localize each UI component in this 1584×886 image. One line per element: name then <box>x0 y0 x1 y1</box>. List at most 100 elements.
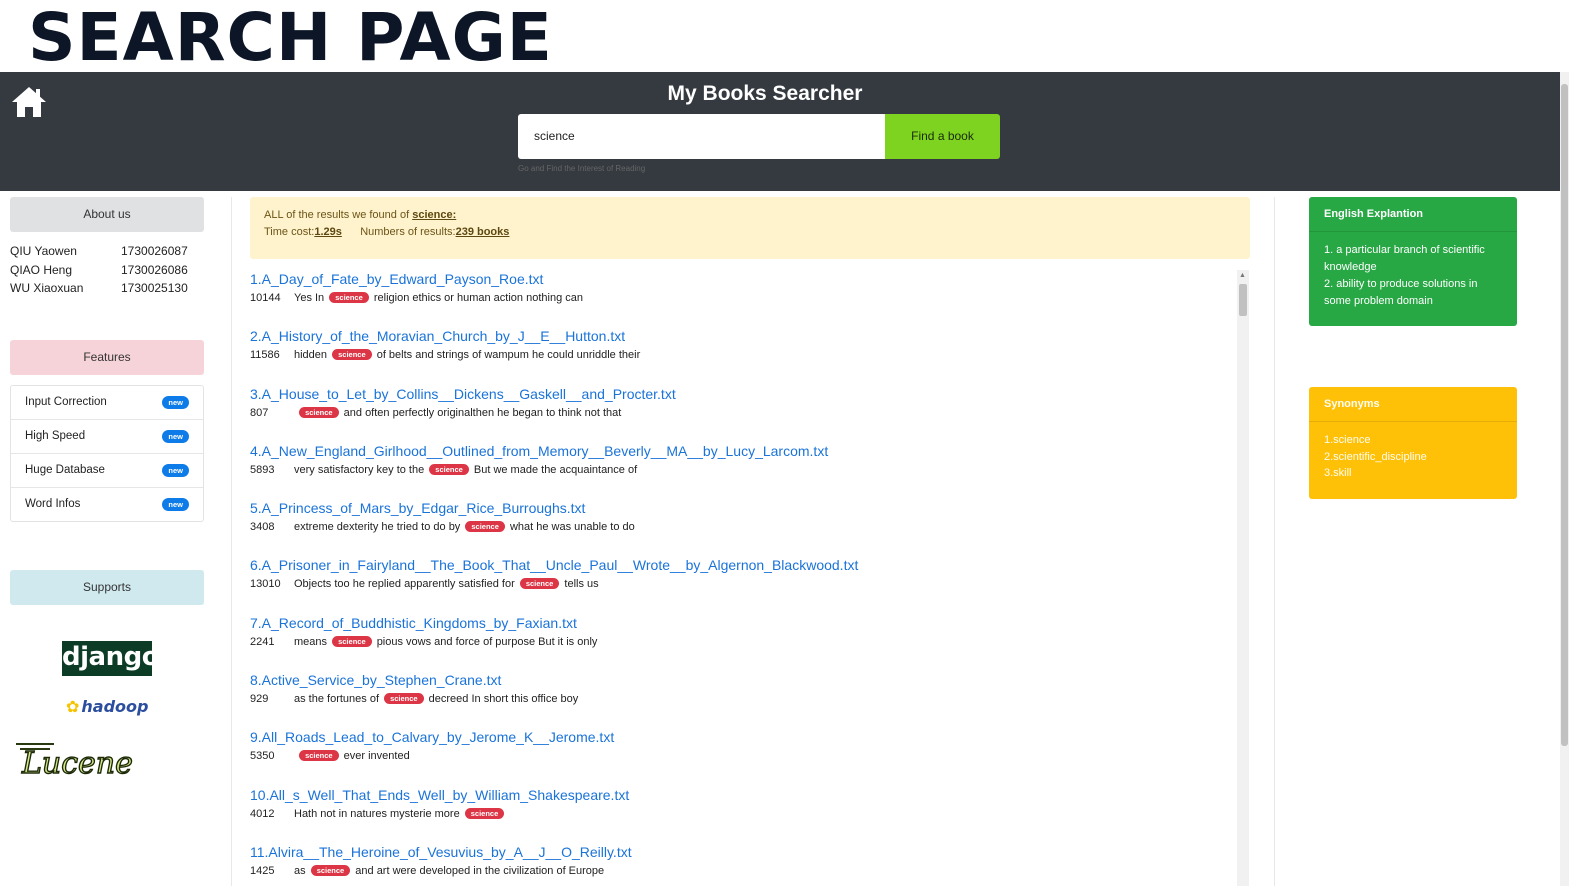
results-scrollbar[interactable] <box>1237 270 1249 886</box>
feature-huge-database[interactable]: Huge Database new <box>11 454 203 488</box>
synonym-item[interactable]: 2.scientific_discipline <box>1324 449 1502 466</box>
keyword-highlight-badge: science <box>464 807 505 819</box>
result-snippet: 5350 science ever invented <box>250 749 1236 764</box>
left-sidebar: About us QIU Yaowen 1730026087 QIAO Heng… <box>10 197 204 780</box>
result-count: 5350 <box>250 750 275 763</box>
result-snippet: 807 science and often perfectly original… <box>250 406 1236 421</box>
synonyms-body: 1.science 2.scientific_discipline 3.skil… <box>1309 422 1517 492</box>
snippet-before: Objects too he replied apparently satisf… <box>294 578 515 591</box>
explanation-title: English Explantion <box>1309 197 1517 232</box>
result-title-link[interactable]: 4.A_New_England_Girlhood__Outlined_from_… <box>250 442 1236 460</box>
summary-query: science: <box>412 209 457 221</box>
results-scrollbar-thumb[interactable] <box>1239 284 1247 316</box>
django-logo: django <box>62 641 160 676</box>
count-label: Numbers of results: <box>360 226 456 238</box>
result-count: 10144 <box>250 292 281 304</box>
result-count: 5893 <box>250 463 275 476</box>
result-snippet: 11586 hidden science of belts and strings… <box>250 348 1236 363</box>
result-item: 5.A_Princess_of_Mars_by_Edgar_Rice_Burro… <box>250 499 1236 556</box>
result-count: 807 <box>250 406 269 419</box>
feature-list: Input Correction new High Speed new Huge… <box>10 384 204 522</box>
hadoop-logo-text: hadoop <box>81 697 149 716</box>
snippet-after: religion ethics or human action nothing … <box>373 292 583 304</box>
result-item: 4.A_New_England_Girlhood__Outlined_from_… <box>250 442 1236 499</box>
result-snippet: 5893 very satisfactory key to the science… <box>250 463 1236 478</box>
synonyms-card: Synonyms 1.science 2.scientific_discipli… <box>1309 387 1517 499</box>
member-list: QIU Yaowen 1730026087 QIAO Heng 17300260… <box>10 244 204 300</box>
result-title-link[interactable]: 8.Active_Service_by_Stephen_Crane.txt <box>250 671 1236 689</box>
result-count: 11586 <box>250 349 280 362</box>
synonyms-title: Synonyms <box>1309 387 1517 422</box>
result-title-link[interactable]: 2.A_History_of_the_Moravian_Church_by_J_… <box>250 327 1236 345</box>
result-count: 1425 <box>250 864 275 877</box>
page-scrollbar-thumb[interactable] <box>1561 84 1568 746</box>
result-summary: ALL of the results we found of science: … <box>250 197 1250 259</box>
features-header: Features <box>10 339 204 375</box>
feature-label: Word Infos <box>25 497 81 510</box>
result-item: 9.All_Roads_Lead_to_Calvary_by_Jerome_K_… <box>250 728 1236 785</box>
keyword-highlight-badge: science <box>465 521 505 533</box>
keyword-highlight-badge: science <box>329 292 369 303</box>
result-item: 10.All_s_Well_That_Ends_Well_by_William_… <box>250 786 1236 843</box>
new-badge: new <box>162 395 189 409</box>
keyword-highlight-badge: science <box>384 693 424 705</box>
snippet-before: as <box>294 864 306 877</box>
result-title-link[interactable]: 9.All_Roads_Lead_to_Calvary_by_Jerome_K_… <box>250 728 1236 746</box>
result-item: 11.Alvira__The_Heroine_of_Vesuvius_by_A_… <box>250 843 1236 886</box>
keyword-highlight-badge: science <box>429 463 469 475</box>
result-item: 1.A_Day_of_Fate_by_Edward_Payson_Roe.txt… <box>250 270 1236 327</box>
member-row: QIAO Heng 1730026086 <box>10 263 204 282</box>
feature-high-speed[interactable]: High Speed new <box>11 420 203 454</box>
results-list[interactable]: 1.A_Day_of_Fate_by_Edward_Payson_Roe.txt… <box>250 270 1236 886</box>
feature-label: High Speed <box>25 429 86 442</box>
member-row: QIU Yaowen 1730026087 <box>10 244 204 263</box>
result-title-link[interactable]: 11.Alvira__The_Heroine_of_Vesuvius_by_A_… <box>250 843 1236 861</box>
snippet-before: hidden <box>294 349 328 362</box>
snippet-before: very satisfactory key to the <box>294 463 425 476</box>
result-title-link[interactable]: 10.All_s_Well_That_Ends_Well_by_William_… <box>250 786 1236 804</box>
result-item: 3.A_House_to_Let_by_Collins__Dickens__Ga… <box>250 385 1236 442</box>
hadoop-logo: ✿ hadoop <box>66 697 149 716</box>
result-snippet: 929 as the fortunes of science decreed In… <box>250 692 1236 707</box>
keyword-highlight-badge: science <box>299 750 339 762</box>
result-count: 3408 <box>250 521 275 534</box>
result-title-link[interactable]: 1.A_Day_of_Fate_by_Edward_Payson_Roe.txt <box>250 270 1236 288</box>
snippet-before: as the fortunes of <box>294 693 379 706</box>
member-id: 1730025130 <box>121 281 188 295</box>
find-book-button[interactable]: Find a book <box>885 114 1000 159</box>
synonym-item[interactable]: 3.skill <box>1324 465 1502 482</box>
feature-word-infos[interactable]: Word Infos new <box>11 488 203 521</box>
snippet-after: and art were developed in the civilizati… <box>355 864 605 877</box>
result-title-link[interactable]: 3.A_House_to_Let_by_Collins__Dickens__Ga… <box>250 385 1236 403</box>
result-snippet: 2241 means science pious vows and force o… <box>250 635 1236 650</box>
page-heading: SEARCH PAGE <box>28 0 553 76</box>
snippet-before: Hath not in natures mysterie more <box>294 807 460 820</box>
new-badge: new <box>162 463 189 477</box>
result-snippet: 10144 Yes In science religion ethics or h… <box>250 291 1236 306</box>
snippet-before: Yes In <box>294 292 325 304</box>
search-tagline: Go and Find the Interest of Reading <box>518 164 646 173</box>
keyword-highlight-badge: science <box>310 864 351 876</box>
member-id: 1730026086 <box>121 262 188 277</box>
keyword-highlight-badge: science <box>332 349 372 361</box>
explanation-body: 1. a particular branch of scientific kno… <box>1309 232 1517 320</box>
result-title-link[interactable]: 7.A_Record_of_Buddhistic_Kingdoms_by_Fax… <box>250 614 1236 632</box>
keyword-highlight-badge: science <box>299 406 339 418</box>
member-name: WU Xiaoxuan <box>10 281 84 295</box>
lucene-logo-text: Lucene <box>21 746 133 780</box>
synonym-item[interactable]: 1.science <box>1324 432 1502 449</box>
snippet-after: of belts and strings of wampum he could … <box>376 349 641 362</box>
time-label: Time cost: <box>264 226 315 238</box>
feature-label: Input Correction <box>25 395 107 408</box>
feature-input-correction[interactable]: Input Correction new <box>11 386 203 420</box>
result-snippet: 4012 Hath not in natures mysterie more sc… <box>250 807 1236 822</box>
result-title-link[interactable]: 5.A_Princess_of_Mars_by_Edgar_Rice_Burro… <box>250 499 1236 517</box>
result-count: 13010 <box>250 578 281 591</box>
new-badge: new <box>162 497 189 511</box>
english-explanation-card: English Explantion 1. a particular branc… <box>1309 197 1517 326</box>
result-snippet: 13010 Objects too he replied apparently s… <box>250 577 1236 592</box>
search-input[interactable]: science <box>518 114 885 159</box>
result-title-link[interactable]: 6.A_Prisoner_in_Fairyland__The_Book_That… <box>250 556 1236 574</box>
scroll-up-arrow-icon[interactable]: ▲ <box>1239 272 1246 279</box>
result-item: 2.A_History_of_the_Moravian_Church_by_J_… <box>250 327 1236 384</box>
